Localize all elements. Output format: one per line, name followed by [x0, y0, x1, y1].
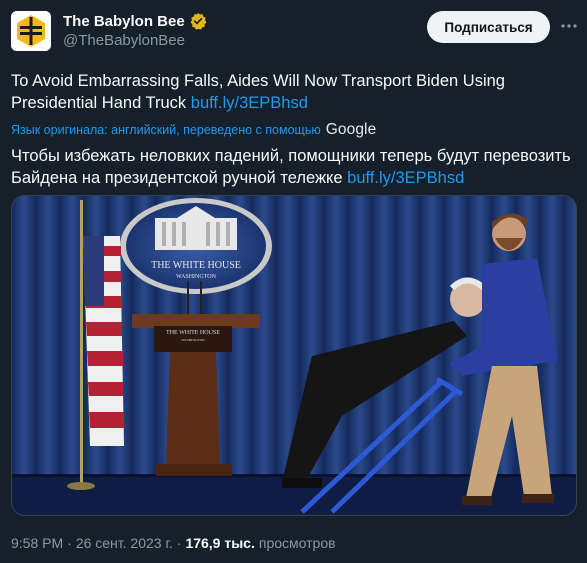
tweet-image[interactable]: THE WHITE HOUSE WASHINGTON THE WHITE HOU…: [11, 195, 577, 516]
views-label: просмотров: [258, 535, 336, 551]
avatar[interactable]: [11, 11, 51, 51]
tweet-original-text: To Avoid Embarrassing Falls, Aides Will …: [11, 70, 576, 114]
subscribe-button[interactable]: Подписаться: [427, 11, 550, 43]
translation-note-text: Язык оригинала: английский, переведено с…: [11, 123, 321, 137]
tweet-time[interactable]: 9:58 PM: [11, 535, 63, 551]
tweet-date[interactable]: 26 сент. 2023 г.: [76, 535, 173, 551]
more-horizontal-icon[interactable]: [558, 15, 580, 37]
tweet-card: The Babylon Bee @TheBabylonBee Подписать…: [0, 0, 587, 563]
tweet-translated-text: Чтобы избежать неловких падений, помощни…: [11, 145, 576, 189]
original-link[interactable]: buff.ly/3EPBhsd: [191, 94, 308, 112]
podium-subtitle: WASHINGTON: [181, 338, 205, 342]
views-count: 176,9 тыс.: [185, 535, 255, 551]
meta-separator: ·: [176, 535, 182, 551]
gold-verified-badge-icon: [190, 12, 207, 30]
seal-subtitle: WASHINGTON: [176, 274, 217, 280]
account-name-row: The Babylon Bee: [63, 12, 207, 30]
account-handle[interactable]: @TheBabylonBee: [63, 32, 185, 49]
meta-separator: ·: [67, 535, 72, 551]
tweet-meta: 9:58 PM · 26 сент. 2023 г. · 176,9 тыс. …: [11, 535, 336, 551]
podium-title: THE WHITE HOUSE: [166, 330, 220, 336]
translation-note[interactable]: Язык оригинала: английский, переведено с…: [11, 121, 376, 139]
press-room-illustration: THE WHITE HOUSE WASHINGTON THE WHITE HOU…: [12, 196, 576, 515]
translated-link[interactable]: buff.ly/3EPBhsd: [347, 169, 464, 187]
white-house-seal: THE WHITE HOUSE WASHINGTON: [120, 198, 272, 294]
bee-logo-icon: [11, 11, 51, 51]
translated-text: Чтобы избежать неловких падений, помощни…: [11, 147, 571, 187]
seal-title: THE WHITE HOUSE: [151, 260, 241, 271]
translation-provider-logo: Google: [325, 121, 377, 138]
display-name[interactable]: The Babylon Bee: [63, 13, 185, 30]
